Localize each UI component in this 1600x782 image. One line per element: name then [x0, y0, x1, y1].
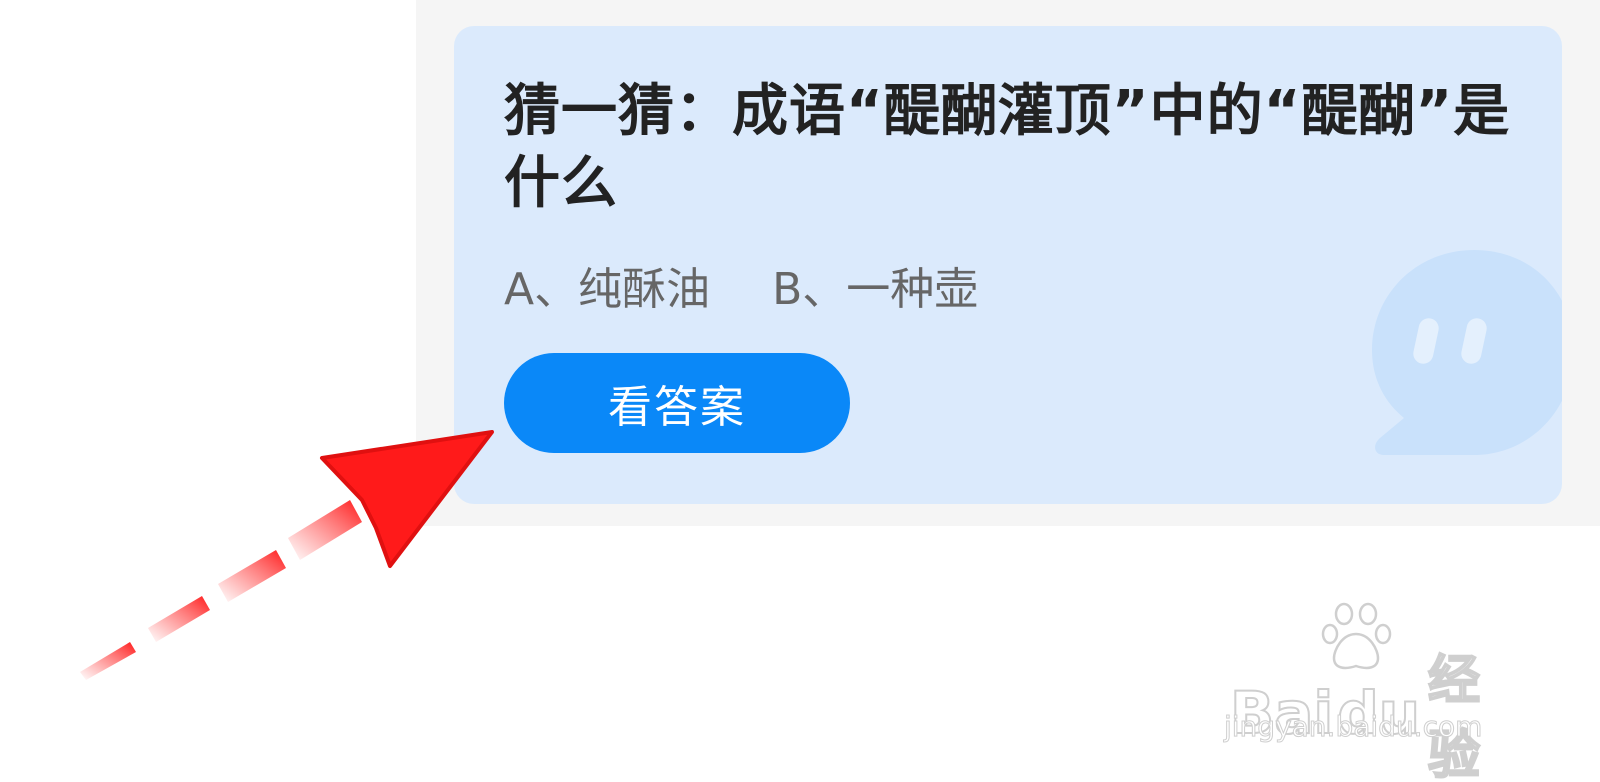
quiz-card: 猜一猜：成语“醍醐灌顶”中的“醍醐”是什么 A、纯酥油 B、一种壶 看答案	[454, 26, 1562, 504]
quiz-option-b: B、一种壶	[772, 264, 979, 315]
watermark-url: jingyan.baidu.com	[1223, 710, 1483, 744]
quiz-question: 猜一猜：成语“醍醐灌顶”中的“醍醐”是什么	[504, 79, 1511, 216]
screen: 猜一猜：成语“醍醐灌顶”中的“醍醐”是什么 A、纯酥油 B、一种壶 看答案 Ba…	[0, 0, 1600, 782]
quiz-option-a: A、纯酥油	[504, 264, 711, 315]
view-answer-button[interactable]: 看答案	[504, 353, 850, 453]
red-arrow-icon	[80, 430, 494, 680]
chat-bubble-icon	[1372, 250, 1562, 455]
quiz-options: A、纯酥油 B、一种壶	[504, 262, 978, 318]
watermark: Bai du 经验 jingyan.baidu.com	[1223, 602, 1524, 782]
